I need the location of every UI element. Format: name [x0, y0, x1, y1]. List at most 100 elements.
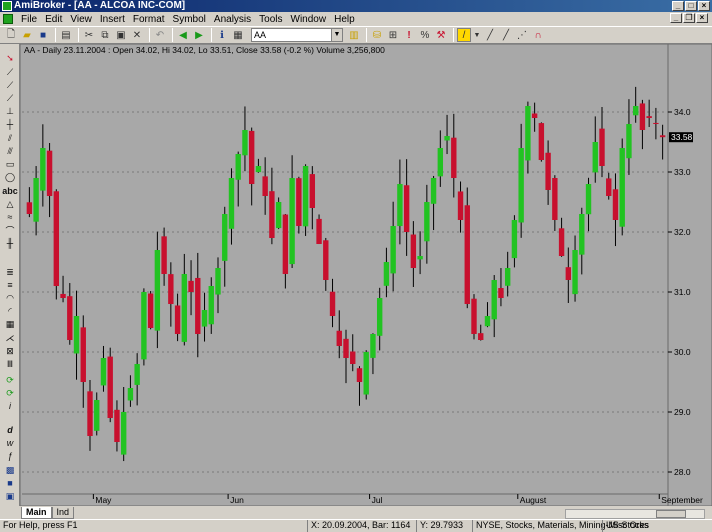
cycles-icon[interactable]: Ⅲ: [3, 358, 17, 370]
fibonacci-fan-icon[interactable]: ◜: [3, 305, 17, 317]
cut-icon[interactable]: ✂: [82, 28, 96, 42]
chevron-down-icon[interactable]: ▼: [331, 29, 342, 41]
doc-close-button[interactable]: ×: [696, 13, 708, 23]
doc-minimize-button[interactable]: _: [670, 13, 682, 23]
line-width-thick-icon[interactable]: ╱: [499, 28, 513, 42]
status-y-position: Y: 29.7933: [416, 520, 463, 532]
back-icon[interactable]: ◀: [176, 28, 190, 42]
select-arrow-icon[interactable]: ➘: [3, 52, 17, 64]
menu-format[interactable]: Format: [129, 14, 169, 25]
trendline-color-icon[interactable]: /: [457, 28, 471, 42]
gann-fan-icon[interactable]: ⋌: [3, 332, 17, 344]
title-bar: AmiBroker - [AA - ALCOA INC-COM] _ □ ×: [0, 0, 712, 12]
fibonacci-extension-icon[interactable]: ≡: [3, 279, 17, 291]
tab-ind[interactable]: Ind: [51, 507, 75, 519]
scrollbar-thumb[interactable]: [656, 510, 686, 518]
candle-body: [87, 391, 93, 436]
chart-bars-icon[interactable]: ▥: [347, 28, 361, 42]
candle-body: [619, 148, 625, 227]
gann-square-icon[interactable]: ⊠: [3, 345, 17, 357]
menu-insert[interactable]: Insert: [96, 14, 129, 25]
drawing-tools-bar: ➘ ⟋ ⟋ ⟋ ⊥ ┼ ⫽ ⫻ ▭ ◯ abc △ ≈ ⌒ ╫ ≣ ≡ ◠ ◜ …: [0, 44, 20, 506]
line-width-thin-icon[interactable]: ╱: [483, 28, 497, 42]
candle-body: [269, 191, 275, 238]
save-icon[interactable]: ■: [36, 28, 50, 42]
candle-body: [26, 202, 33, 214]
toolbar-separator: [149, 28, 150, 42]
grid-settings-icon[interactable]: ▩: [3, 464, 17, 476]
new-file-icon[interactable]: 🗋: [4, 28, 18, 42]
menu-edit[interactable]: Edit: [41, 14, 66, 25]
line-tool-icon[interactable]: ⟋: [3, 66, 17, 78]
undo-icon[interactable]: ↶: [153, 28, 167, 42]
vertical-line-icon[interactable]: ⊥: [3, 105, 17, 117]
candle-body: [572, 250, 578, 295]
regression-icon[interactable]: ╫: [3, 237, 17, 249]
candle-body: [592, 142, 598, 173]
alert-icon[interactable]: !: [402, 28, 416, 42]
menu-analysis[interactable]: Analysis: [210, 14, 255, 25]
minimize-button[interactable]: _: [672, 1, 684, 11]
menu-tools[interactable]: Tools: [255, 14, 286, 25]
document-icon[interactable]: [3, 14, 13, 24]
tab-main[interactable]: Main: [21, 507, 52, 519]
channel-icon[interactable]: ⫻: [3, 145, 17, 157]
line-dotted-icon[interactable]: ⋰: [515, 28, 529, 42]
ray-tool-icon[interactable]: ⟋: [3, 79, 17, 91]
dropdown-arrow-icon[interactable]: ▼: [473, 28, 481, 42]
horizontal-scrollbar[interactable]: [565, 509, 705, 519]
text-tool-icon[interactable]: abc: [2, 185, 18, 197]
arrow-tool-icon[interactable]: ≈: [3, 211, 17, 223]
delete-icon[interactable]: ✕: [130, 28, 144, 42]
fibonacci-retracement-icon[interactable]: ≣: [3, 266, 17, 278]
menu-help[interactable]: Help: [330, 14, 359, 25]
candle-body: [363, 352, 369, 395]
info-icon[interactable]: ℹ: [215, 28, 229, 42]
wizard-icon[interactable]: w: [3, 437, 17, 449]
auto-refresh-icon[interactable]: ⟳: [3, 387, 17, 399]
arc-icon[interactable]: ⌒: [3, 224, 17, 236]
maximize-button[interactable]: □: [685, 1, 697, 11]
parallel-lines-icon[interactable]: ⫽: [3, 132, 17, 144]
candle-body: [242, 130, 248, 156]
triangle-icon[interactable]: △: [3, 198, 17, 210]
candle-body: [33, 178, 39, 222]
symbol-selector[interactable]: AA ▼: [251, 28, 343, 42]
candle-body: [336, 330, 342, 346]
save-layout-icon[interactable]: ■: [3, 477, 17, 489]
menu-view[interactable]: View: [66, 14, 96, 25]
menu-file[interactable]: File: [17, 14, 41, 25]
doc-restore-button[interactable]: ❐: [683, 13, 695, 23]
rectangle-icon[interactable]: ▭: [3, 158, 17, 170]
database-icon[interactable]: ⛁: [370, 28, 384, 42]
symbol-list-icon[interactable]: ▦: [231, 28, 245, 42]
magnet-icon[interactable]: ∩: [531, 28, 545, 42]
print-icon[interactable]: ▤: [59, 28, 73, 42]
copy-icon[interactable]: ⧉: [98, 28, 112, 42]
menu-symbol[interactable]: Symbol: [169, 14, 210, 25]
insert-function-icon[interactable]: ƒ: [3, 450, 17, 462]
candle-body: [646, 116, 652, 118]
zoom-icon[interactable]: ⚒: [434, 28, 448, 42]
ellipse-icon[interactable]: ◯: [3, 171, 17, 183]
quotes-icon[interactable]: ⊞: [386, 28, 400, 42]
edit-formula-icon[interactable]: d: [3, 424, 17, 436]
candle-body: [370, 334, 376, 358]
fibonacci-arcs-icon[interactable]: ◠: [3, 292, 17, 304]
paste-icon[interactable]: ▣: [114, 28, 128, 42]
refresh-icon[interactable]: ⟳: [3, 374, 17, 386]
extended-line-icon[interactable]: ⟋: [3, 92, 17, 104]
horizontal-line-icon[interactable]: ┼: [3, 118, 17, 130]
price-chart[interactable]: AA - Daily 23.11.2004 : Open 34.02, Hi 3…: [19, 43, 712, 507]
close-button[interactable]: ×: [698, 1, 710, 11]
percent-icon[interactable]: %: [418, 28, 432, 42]
fibonacci-grid-icon[interactable]: ▦: [3, 318, 17, 330]
open-folder-icon[interactable]: ▰: [20, 28, 34, 42]
formula-icon[interactable]: i: [3, 400, 17, 412]
main-toolbar: 🗋 ▰ ■ ▤ ✂ ⧉ ▣ ✕ ↶ ◀ ▶ ℹ ▦ AA ▼ ▥ ⛁ ⊞ ! %…: [0, 26, 712, 44]
candle-body: [511, 220, 518, 259]
candlestick-chart[interactable]: AA - Daily 23.11.2004 : Open 34.02, Hi 3…: [19, 43, 712, 507]
forward-icon[interactable]: ▶: [192, 28, 206, 42]
menu-window[interactable]: Window: [287, 14, 331, 25]
open-layout-icon[interactable]: ▣: [3, 490, 17, 502]
